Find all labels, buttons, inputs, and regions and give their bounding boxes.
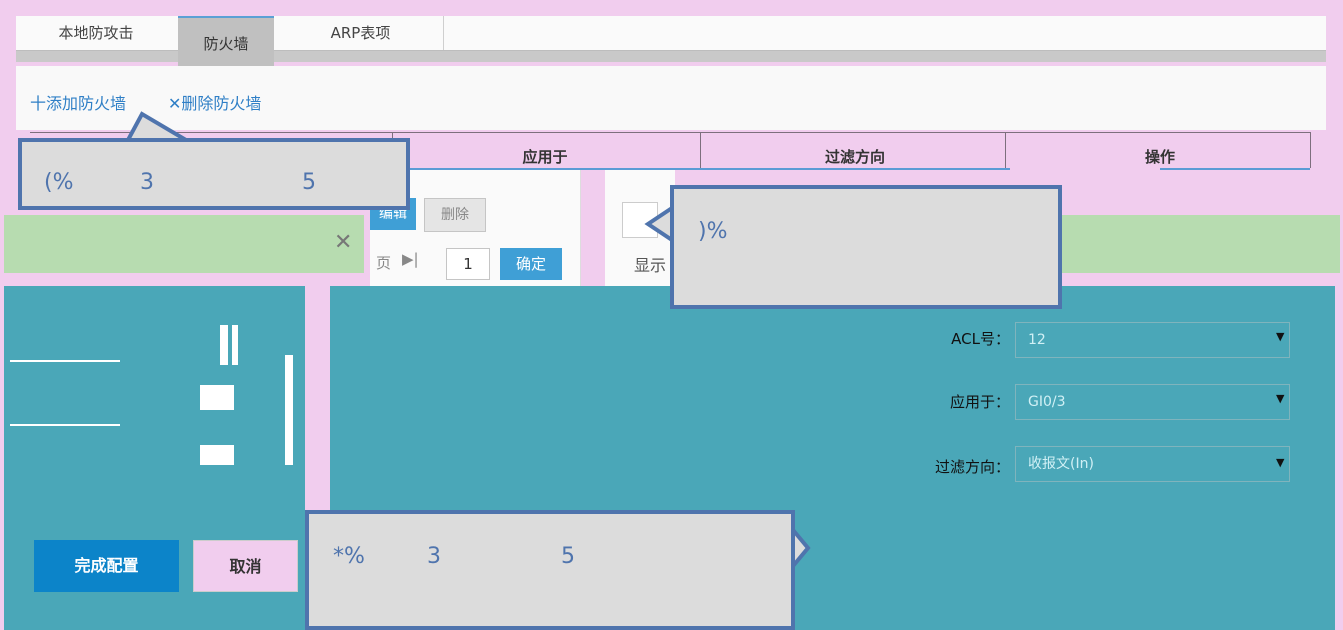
acl-number-label: ACL号：	[951, 330, 1010, 348]
dialog-divider	[305, 286, 330, 516]
artifact	[10, 424, 120, 426]
notice-bar-right	[1060, 215, 1340, 273]
notice-bar	[4, 215, 364, 273]
callout-text: (%	[44, 170, 74, 195]
callout-box-3: *% 3 5	[305, 510, 795, 630]
apply-to-label: 应用于：	[949, 393, 1010, 411]
close-icon[interactable]: ✕	[334, 230, 352, 255]
chevron-down-icon[interactable]: ▼	[1276, 456, 1284, 469]
column-header-actions[interactable]: 操作	[1095, 146, 1225, 167]
callout-text: 5	[302, 170, 316, 195]
chevron-down-icon[interactable]: ▼	[1276, 392, 1284, 405]
table-header-divider	[700, 132, 701, 168]
acl-number-select[interactable]: 12	[1015, 322, 1290, 358]
chevron-down-icon[interactable]: ▼	[1276, 330, 1284, 343]
tab-firewall[interactable]: 防火墙	[178, 16, 274, 66]
delete-button[interactable]: 删除	[424, 198, 486, 232]
artifact	[200, 385, 234, 410]
column-header-filter-direction[interactable]: 过滤方向	[790, 146, 920, 167]
add-firewall-button[interactable]: 十添加防火墙	[30, 90, 126, 114]
acl-number-value: 12	[1028, 332, 1046, 348]
column-header-apply-to[interactable]: 应用于	[480, 146, 610, 167]
finish-config-button[interactable]: 完成配置	[34, 540, 179, 592]
artifact	[220, 325, 228, 365]
callout-box-1: (% 3 5	[18, 138, 410, 210]
page-number-input[interactable]: 1	[446, 248, 490, 280]
artifact	[285, 355, 293, 465]
callout-text: *%	[333, 544, 365, 569]
artifact	[200, 445, 234, 465]
table-header-divider	[1005, 132, 1006, 168]
table-header-top-border	[30, 132, 1311, 133]
filter-direction-value: 收报文(In)	[1028, 456, 1094, 472]
pager-prev-label[interactable]: 页	[376, 252, 391, 273]
artifact	[232, 325, 238, 365]
page-confirm-button[interactable]: 确定	[500, 248, 562, 280]
tab-local-attack-defense[interactable]: 本地防攻击	[16, 16, 176, 50]
table-header-divider	[1310, 132, 1311, 168]
callout-text: 5	[561, 544, 575, 569]
artifact	[10, 360, 120, 362]
callout-box-2: )%	[670, 185, 1062, 309]
cancel-button[interactable]: 取消	[193, 540, 298, 592]
apply-to-value: GI0/3	[1028, 394, 1066, 410]
header-underline	[1160, 168, 1310, 170]
apply-to-select[interactable]: GI0/3	[1015, 384, 1290, 420]
show-label: 显示	[634, 256, 667, 275]
callout-text: 3	[427, 544, 441, 569]
callout-text: 3	[140, 170, 154, 195]
callout-text: )%	[698, 219, 728, 244]
last-page-icon[interactable]: ▶|	[402, 250, 419, 268]
filter-direction-select[interactable]: 收报文(In)	[1015, 446, 1290, 482]
tab-arp-entries[interactable]: ARP表项	[278, 16, 444, 50]
filter-direction-label: 过滤方向：	[934, 458, 1010, 476]
